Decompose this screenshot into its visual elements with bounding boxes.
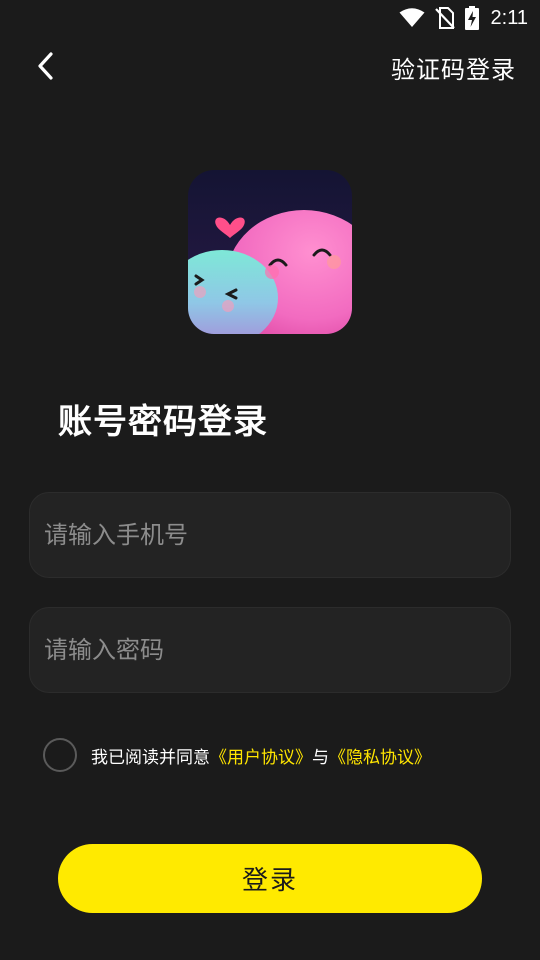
agreement-prefix: 我已阅读并同意	[91, 747, 210, 768]
page-title: 账号密码登录	[58, 402, 268, 442]
login-screen: 2:11 验证码登录 账号密码登录 请输入手机号 我已阅读并同意 《用户协议》 …	[0, 0, 540, 960]
password-input[interactable]	[44, 636, 510, 664]
status-time: 2:11	[490, 6, 528, 29]
phone-input[interactable]	[44, 521, 510, 549]
sms-login-link[interactable]: 验证码登录	[391, 50, 516, 85]
agreement-checkbox[interactable]	[43, 738, 77, 772]
status-bar: 2:11	[0, 0, 540, 36]
phone-field[interactable]	[29, 492, 511, 578]
back-button[interactable]	[26, 48, 66, 88]
user-agreement-link[interactable]: 《用户协议》	[210, 743, 312, 768]
back-arrow-icon	[36, 51, 56, 85]
login-button[interactable]: 登录	[58, 844, 482, 913]
no-sim-icon	[434, 7, 455, 29]
password-field[interactable]	[29, 607, 511, 693]
app-logo	[188, 170, 352, 334]
agreement-conjunction: 与	[312, 747, 329, 768]
privacy-policy-link[interactable]: 《隐私协议》	[329, 743, 431, 768]
battery-charging-icon	[464, 6, 479, 30]
agreement-row: 我已阅读并同意 《用户协议》 与 《隐私协议》	[43, 737, 431, 773]
wifi-icon	[399, 8, 425, 28]
